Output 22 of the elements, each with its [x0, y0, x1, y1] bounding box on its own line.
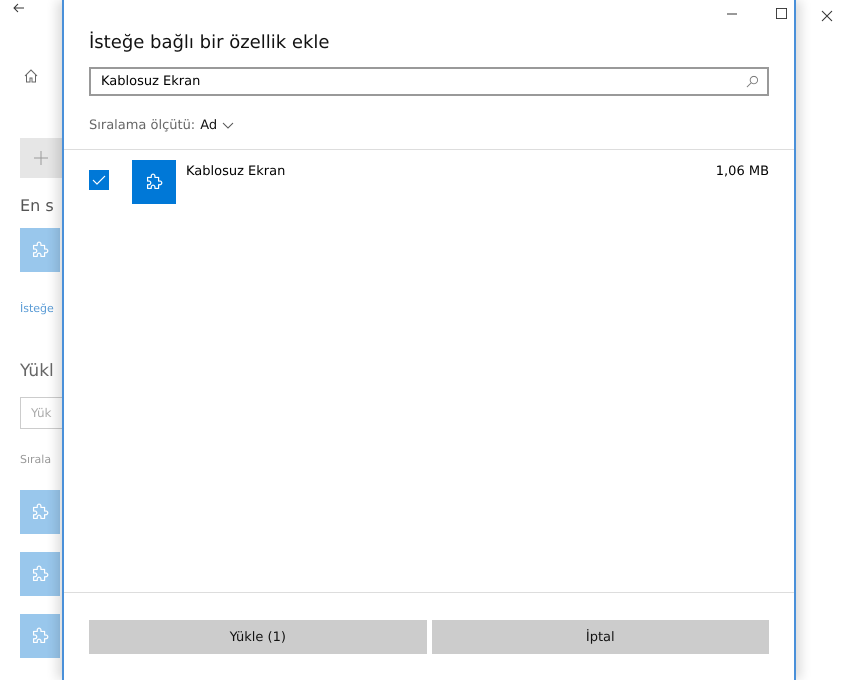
dialog-button[interactable]: İptal [432, 620, 769, 654]
feature-tile[interactable] [20, 490, 60, 534]
maximize-icon[interactable] [776, 8, 787, 19]
dialog-button[interactable]: Yükle (1) [89, 620, 426, 654]
feature-tile[interactable] [20, 228, 60, 272]
feature-tile[interactable] [20, 614, 60, 658]
back-arrow-icon[interactable] [13, 3, 25, 13]
section-heading: En s [20, 196, 54, 215]
dialog-title: İsteğe bağlı bir özellik ekle [89, 32, 330, 53]
section-heading: Yükl [20, 361, 54, 381]
feature-tile[interactable] [20, 552, 60, 596]
plus-icon [33, 150, 49, 166]
sort-label: Sırala [20, 453, 52, 466]
feature-name: Kablosuz Ekran [186, 164, 286, 179]
close-icon[interactable] [820, 10, 832, 22]
search-field[interactable]: Kablosuz Ekran [89, 67, 769, 96]
search-icon [746, 75, 759, 88]
feature-size: 1,06 MB [716, 164, 769, 179]
chevron-down-icon [222, 122, 234, 129]
home-icon[interactable] [23, 68, 39, 84]
checkbox[interactable] [89, 170, 109, 190]
sort-dropdown[interactable]: Sıralama ölçütü: Ad [89, 118, 234, 133]
